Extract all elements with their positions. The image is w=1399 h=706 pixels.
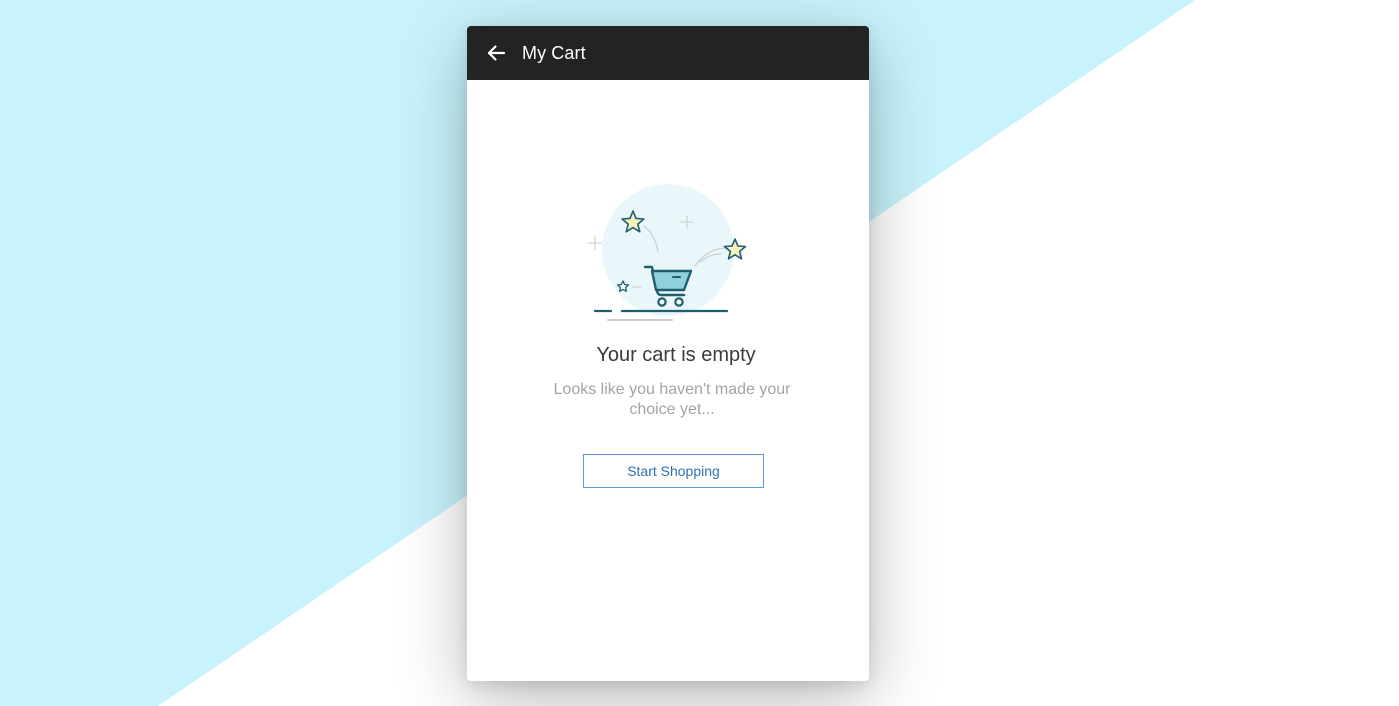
empty-cart-title: Your cart is empty: [596, 344, 756, 366]
arrow-left-icon: [487, 45, 506, 61]
back-button[interactable]: [484, 41, 508, 65]
page-title: My Cart: [522, 42, 586, 63]
phone-screen: My Cart Your cart is empty Looks like yo…: [467, 26, 869, 681]
empty-cart-subtitle: Looks like you haven't made your choice …: [553, 381, 791, 418]
app-bar: My Cart: [467, 26, 869, 80]
start-shopping-button[interactable]: Start Shopping: [583, 454, 764, 488]
shopping-cart-icon: [588, 184, 747, 321]
